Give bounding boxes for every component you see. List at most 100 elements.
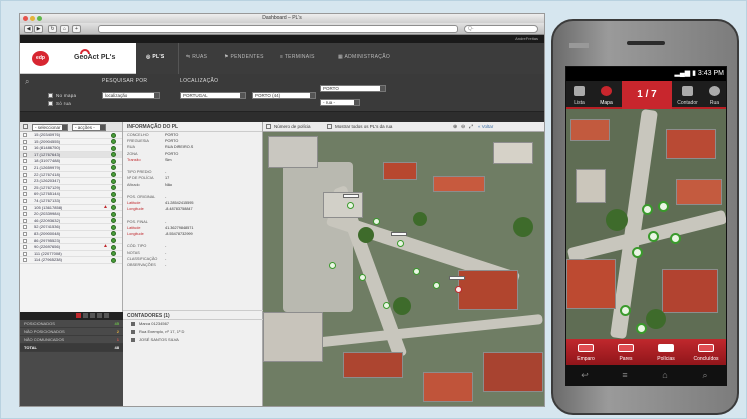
phone-tab-mapa[interactable]: Mapa [593,81,620,109]
phone-map[interactable] [566,109,726,339]
nav-tab-terminais[interactable]: ≡ TERMINAIS [280,54,315,60]
back-icon[interactable]: ◀ [24,25,33,33]
row-checkbox[interactable] [23,165,27,170]
list-item[interactable]: 15 (20904555) [20,139,122,146]
list-item[interactable]: 52 (20741536) [20,224,122,231]
list-actions-filter[interactable]: - acções - [72,123,106,131]
list-item[interactable]: 18 (31977488) [20,158,122,165]
search-by-select[interactable]: localização [102,92,160,99]
row-checkbox[interactable] [23,172,27,177]
map-pin[interactable] [413,268,420,275]
row-checkbox[interactable] [23,185,27,190]
list-item[interactable]: 83 (20900048) [20,231,122,238]
page-button[interactable] [104,313,109,318]
home-icon[interactable]: ⌂ [60,25,69,33]
list-item[interactable]: 46 (22093632) [20,218,122,225]
menu-icon[interactable]: ≡ [619,370,631,380]
list-item[interactable]: 69 (12765144) [20,191,122,198]
zoom-window-button[interactable] [37,16,42,21]
phone-map-pin[interactable] [670,233,681,244]
street-only-checkbox[interactable] [48,101,53,106]
nav-tab-administracao[interactable]: ▦ ADMINISTRAÇÃO [338,54,390,60]
row-checkbox[interactable] [23,179,27,184]
list-item[interactable]: 17 (12767643) [20,151,122,159]
phone-map-pin[interactable] [632,247,643,258]
list-select-filter[interactable]: - seleccionar - [32,123,68,131]
nav-tab-pendentes[interactable]: ⚑ PENDENTES [224,54,264,60]
list-item[interactable]: 90 (22697656) ▲ [20,243,122,251]
list-item[interactable]: 23 (12620347) [20,178,122,185]
search-icon[interactable]: ⌕ [699,370,711,380]
row-checkbox[interactable] [23,192,27,197]
row-checkbox[interactable] [23,231,27,236]
phone-tab-rua[interactable]: Rua [701,81,726,109]
phone-filter-policias[interactable]: Polícias [646,339,686,365]
user-name[interactable]: AndreFreitas [515,36,538,41]
map-pin[interactable] [433,282,440,289]
list-item[interactable]: 22 (12767418) [20,172,122,179]
phone-filter-pares[interactable]: Pares [606,339,646,365]
close-window-button[interactable] [23,16,28,21]
phone-filter-emparo[interactable]: Emparo [566,339,606,365]
district-select[interactable]: PORTO (44) [252,92,316,99]
row-checkbox[interactable] [23,133,27,137]
list-item[interactable]: 114 (27965238) [20,257,122,264]
city-select[interactable]: PORTO [320,85,386,92]
home-icon[interactable]: ⌂ [659,370,671,380]
list-item[interactable]: 15 (20340976) [20,132,122,139]
row-checkbox[interactable] [23,245,27,250]
map-pin[interactable] [359,274,366,281]
list-item[interactable]: 16 (81486750) [20,145,122,152]
map-pin[interactable] [397,240,404,247]
select-all-checkbox[interactable] [23,124,28,129]
country-select[interactable]: PORTUGAL [180,92,246,99]
fullscreen-icon[interactable]: ⤢ [469,122,473,132]
page-button[interactable] [97,313,102,318]
page-button[interactable] [90,313,95,318]
row-checkbox[interactable] [23,258,27,263]
phone-tab-lista[interactable]: Lista [566,81,593,109]
row-checkbox[interactable] [23,225,27,230]
list-item[interactable]: 20 (20339984) [20,211,122,218]
map-pin-selected[interactable] [455,286,462,293]
reload-icon[interactable]: ↻ [48,25,57,33]
list-item[interactable]: 105 (13617858) ▲ [20,204,122,212]
phone-map-pin[interactable] [658,201,669,212]
row-checkbox[interactable] [23,159,27,164]
list-item[interactable]: 25 (12767129) [20,185,122,192]
phone-tab-contador[interactable]: Contador [674,81,701,109]
row-checkbox[interactable] [23,212,27,217]
row-checkbox[interactable] [23,198,27,203]
page-button[interactable] [83,313,88,318]
police-number-checkbox[interactable] [266,124,271,129]
street-select[interactable]: - rua - [320,99,360,106]
map-pin[interactable] [329,262,336,269]
row-checkbox[interactable] [23,218,27,223]
phone-map-pin[interactable] [620,305,631,316]
zoom-in-icon[interactable]: ⊕ [453,122,457,132]
satellite-map[interactable]: Número de polícia Mostrar todos os PL's … [263,122,544,406]
nav-tab-ruas[interactable]: ⇋ RUAS [186,54,207,60]
phone-filter-concluidos[interactable]: Concluídos [686,339,726,365]
row-checkbox[interactable] [23,251,27,256]
show-all-checkbox[interactable] [327,124,332,129]
no-map-checkbox[interactable] [48,93,53,98]
search-box[interactable]: Q- [464,25,538,33]
back-link[interactable]: « Voltar [478,122,493,132]
back-icon[interactable]: ↩ [579,370,591,380]
phone-map-pin[interactable] [642,204,653,215]
page-button[interactable] [76,313,81,318]
phone-map-pin[interactable] [648,231,659,242]
row-checkbox[interactable] [23,205,27,210]
list-item[interactable]: 111 (22077008) [20,251,122,258]
row-checkbox[interactable] [23,146,27,151]
address-bar[interactable] [98,25,458,33]
list-item[interactable]: 21 (12659979) [20,165,122,172]
map-pin[interactable] [373,218,380,225]
map-pin[interactable] [347,202,354,209]
map-pin[interactable] [383,302,390,309]
minimize-window-button[interactable] [30,16,35,21]
forward-icon[interactable]: ▶ [34,25,43,33]
row-checkbox[interactable] [23,152,27,157]
row-checkbox[interactable] [23,139,27,144]
